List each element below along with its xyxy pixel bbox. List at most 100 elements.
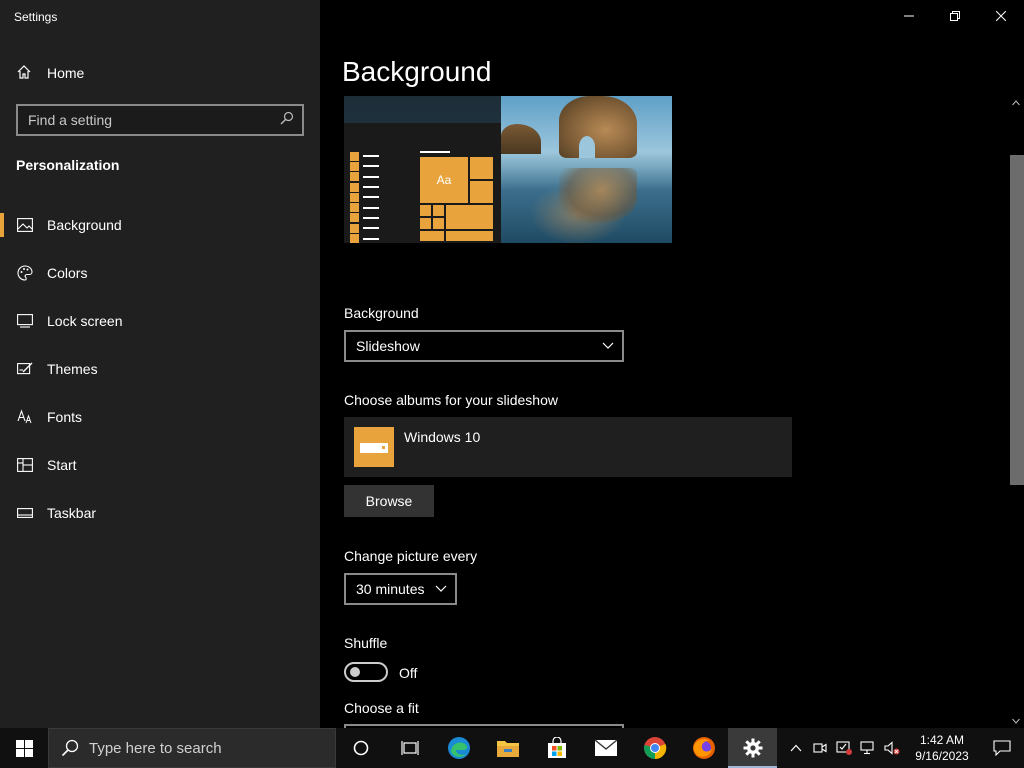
shuffle-label: Shuffle: [344, 635, 388, 651]
store-icon: [547, 737, 566, 758]
sidebar-item-label: Background: [47, 217, 122, 233]
album-folder-icon: [354, 427, 394, 467]
store-button[interactable]: [532, 728, 581, 768]
security-button[interactable]: [832, 728, 856, 768]
sidebar-item-label: Lock screen: [47, 313, 123, 329]
sidebar-item-taskbar[interactable]: Taskbar: [0, 489, 320, 537]
file-explorer-icon: [496, 741, 519, 757]
restore-button[interactable]: [932, 0, 978, 32]
preview-wallpaper-image: [501, 96, 672, 243]
fonts-icon: [17, 409, 33, 425]
clock-date: 9/16/2023: [915, 749, 969, 763]
sidebar-item-themes[interactable]: Themes: [0, 345, 320, 393]
windows-security-icon: [836, 741, 852, 755]
change-picture-value: 30 minutes: [356, 581, 425, 597]
album-item[interactable]: Windows 10: [344, 417, 792, 477]
chrome-icon: [643, 737, 666, 760]
sidebar-item-label: Taskbar: [47, 505, 97, 521]
palette-icon: [17, 265, 33, 281]
find-setting-search[interactable]: [16, 104, 304, 136]
shuffle-toggle[interactable]: [344, 662, 388, 682]
sidebar-item-lock-screen[interactable]: Lock screen: [0, 297, 320, 345]
sidebar-item-background[interactable]: Background: [0, 201, 320, 249]
start-tiles-icon: [17, 457, 33, 473]
firefox-icon: [692, 737, 715, 759]
restore-icon: [950, 11, 960, 21]
home-label: Home: [47, 65, 85, 81]
sidebar-item-label: Themes: [47, 361, 98, 377]
change-picture-dropdown[interactable]: 30 minutes: [344, 573, 457, 605]
home-link[interactable]: Home: [16, 62, 84, 84]
show-hidden-icons-button[interactable]: [784, 728, 808, 768]
search-icon[interactable]: [280, 111, 294, 130]
close-icon: [996, 11, 1006, 21]
notifications-button[interactable]: [980, 728, 1024, 768]
close-button[interactable]: [978, 0, 1024, 32]
albums-label: Choose albums for your slideshow: [344, 392, 558, 408]
minimize-button[interactable]: [886, 0, 932, 32]
themes-brush-icon: [17, 361, 33, 377]
settings-button[interactable]: [728, 728, 777, 768]
preview-app-list: [350, 151, 379, 243]
cortana-button[interactable]: [336, 728, 385, 768]
volume-button[interactable]: [880, 728, 904, 768]
background-preview: Aa: [344, 96, 672, 243]
shuffle-state: Off: [399, 665, 418, 681]
taskbar-icon: [17, 505, 33, 521]
clock-time: 1:42 AM: [919, 733, 965, 747]
home-icon: [16, 64, 47, 83]
main-pane: Background Aa Background Slideshow Choos…: [320, 0, 1024, 728]
app-title: Settings: [14, 10, 58, 24]
change-picture-label: Change picture every: [344, 548, 478, 564]
cortana-icon: [353, 740, 368, 756]
sidebar-item-start[interactable]: Start: [0, 441, 320, 489]
preview-tile-large: Aa: [420, 157, 468, 203]
taskbar-search-placeholder: Type here to search: [89, 739, 222, 757]
chevron-up-icon: [790, 744, 802, 752]
minimize-icon: [904, 15, 914, 17]
action-center-icon: [993, 740, 1011, 756]
sidebar-item-label: Fonts: [47, 409, 83, 425]
edge-button[interactable]: [434, 728, 483, 768]
mail-button[interactable]: [581, 728, 630, 768]
scroll-down-icon[interactable]: [1008, 714, 1024, 728]
chevron-down-icon: [435, 585, 447, 592]
sidebar-item-label: Start: [47, 457, 77, 473]
file-explorer-button[interactable]: [483, 728, 532, 768]
network-button[interactable]: [856, 728, 880, 768]
background-type-dropdown[interactable]: Slideshow: [344, 330, 624, 362]
chrome-button[interactable]: [630, 728, 679, 768]
edge-icon: [447, 737, 470, 759]
toggle-knob: [350, 667, 360, 677]
vertical-scrollbar[interactable]: [1008, 96, 1024, 728]
scrollbar-thumb[interactable]: [1010, 155, 1024, 485]
network-icon: [860, 741, 874, 755]
volume-muted-icon: [884, 741, 900, 755]
mail-icon: [594, 739, 617, 756]
taskbar: Type here to search 1:42 AM 9/16/2023: [0, 728, 1024, 768]
scroll-up-icon[interactable]: [1008, 96, 1024, 110]
chevron-down-icon: [602, 342, 614, 349]
taskbar-search-box[interactable]: Type here to search: [48, 728, 336, 768]
sidebar: Settings Home Personalization Background…: [0, 0, 320, 728]
clock[interactable]: 1:42 AM 9/16/2023: [904, 732, 980, 764]
meet-now-button[interactable]: [808, 728, 832, 768]
fit-label: Choose a fit: [344, 700, 419, 716]
windows-logo-icon: [15, 739, 33, 757]
sidebar-nav: Background Colors Lock screen Themes Fon…: [0, 201, 320, 537]
system-tray: 1:42 AM 9/16/2023: [784, 728, 1024, 768]
firefox-button[interactable]: [679, 728, 728, 768]
album-name: Windows 10: [404, 429, 481, 445]
start-button[interactable]: [0, 728, 48, 768]
camera-icon: [813, 743, 827, 753]
lock-screen-icon: [17, 313, 33, 329]
page-title: Background: [342, 56, 492, 87]
find-setting-input[interactable]: [28, 112, 280, 128]
browse-button[interactable]: Browse: [344, 485, 434, 517]
sidebar-item-colors[interactable]: Colors: [0, 249, 320, 297]
preview-start-menu: Aa: [344, 123, 501, 243]
sidebar-item-fonts[interactable]: Fonts: [0, 393, 320, 441]
task-view-button[interactable]: [385, 728, 434, 768]
sidebar-item-label: Colors: [47, 265, 88, 281]
search-icon: [61, 739, 79, 757]
